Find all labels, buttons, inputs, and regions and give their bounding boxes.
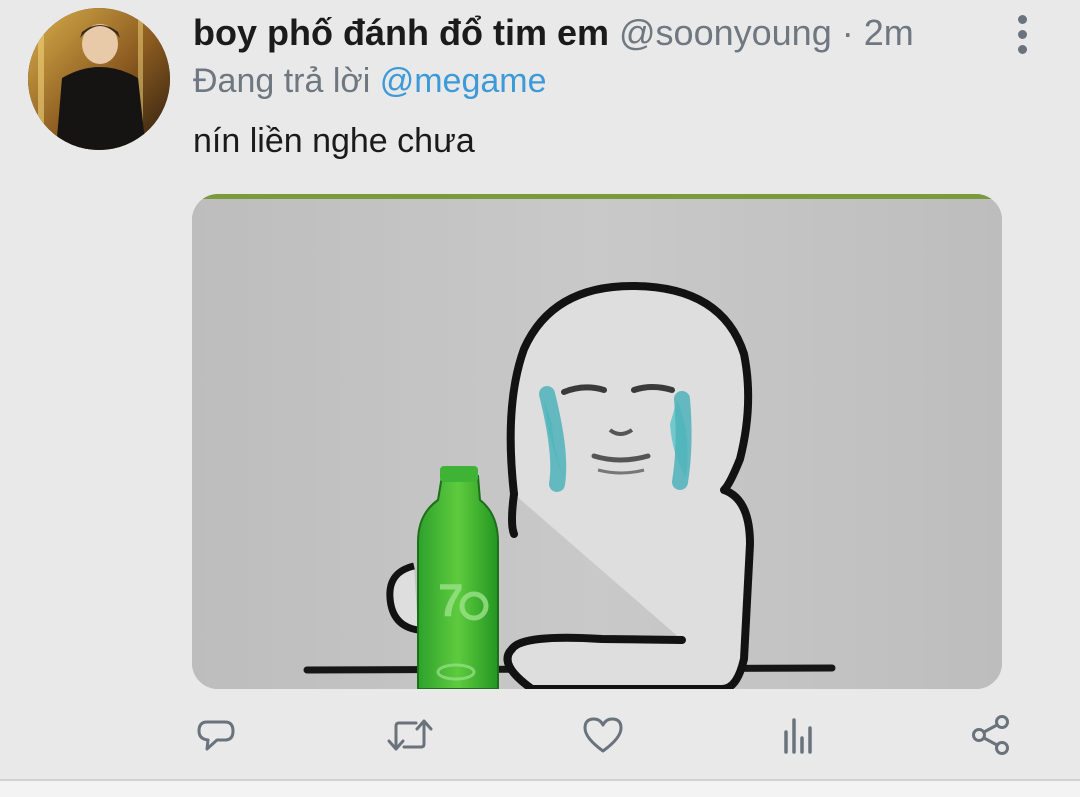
heart-icon bbox=[583, 717, 623, 753]
meme-image: 7 bbox=[192, 194, 1002, 689]
display-name[interactable]: boy phố đánh đổ tim em bbox=[193, 12, 609, 53]
avatar-image bbox=[28, 8, 170, 150]
separator: · bbox=[841, 12, 854, 53]
more-vertical-icon bbox=[1017, 14, 1027, 24]
share-button[interactable] bbox=[961, 705, 1021, 765]
reply-context: Đang trả lời @megame bbox=[193, 58, 547, 104]
reply-button[interactable] bbox=[186, 705, 246, 765]
user-handle[interactable]: @soonyoung bbox=[619, 12, 832, 53]
tweet[interactable]: boy phố đánh đổ tim em @soonyoung · 2m Đ… bbox=[0, 0, 1080, 797]
comment-icon bbox=[197, 720, 235, 751]
tweet-media[interactable]: 7 bbox=[192, 194, 1002, 689]
retweet-button[interactable] bbox=[380, 705, 440, 765]
analytics-button[interactable] bbox=[767, 705, 827, 765]
reply-prefix: Đang trả lời bbox=[193, 62, 371, 100]
timestamp[interactable]: 2m bbox=[864, 12, 914, 53]
next-item-area bbox=[0, 781, 1080, 797]
svg-text:7: 7 bbox=[438, 574, 464, 626]
tweet-text: nín liền nghe chưa bbox=[193, 122, 475, 160]
reply-mention-link[interactable]: @megame bbox=[380, 62, 547, 100]
tweet-actions bbox=[170, 705, 1050, 765]
share-icon bbox=[972, 715, 1009, 755]
analytics-icon bbox=[784, 718, 812, 754]
retweet-icon bbox=[387, 719, 433, 751]
avatar[interactable] bbox=[28, 8, 170, 150]
tweet-header: boy phố đánh đổ tim em @soonyoung · 2m bbox=[193, 10, 914, 56]
more-options-button[interactable] bbox=[1004, 12, 1040, 56]
like-button[interactable] bbox=[573, 705, 633, 765]
